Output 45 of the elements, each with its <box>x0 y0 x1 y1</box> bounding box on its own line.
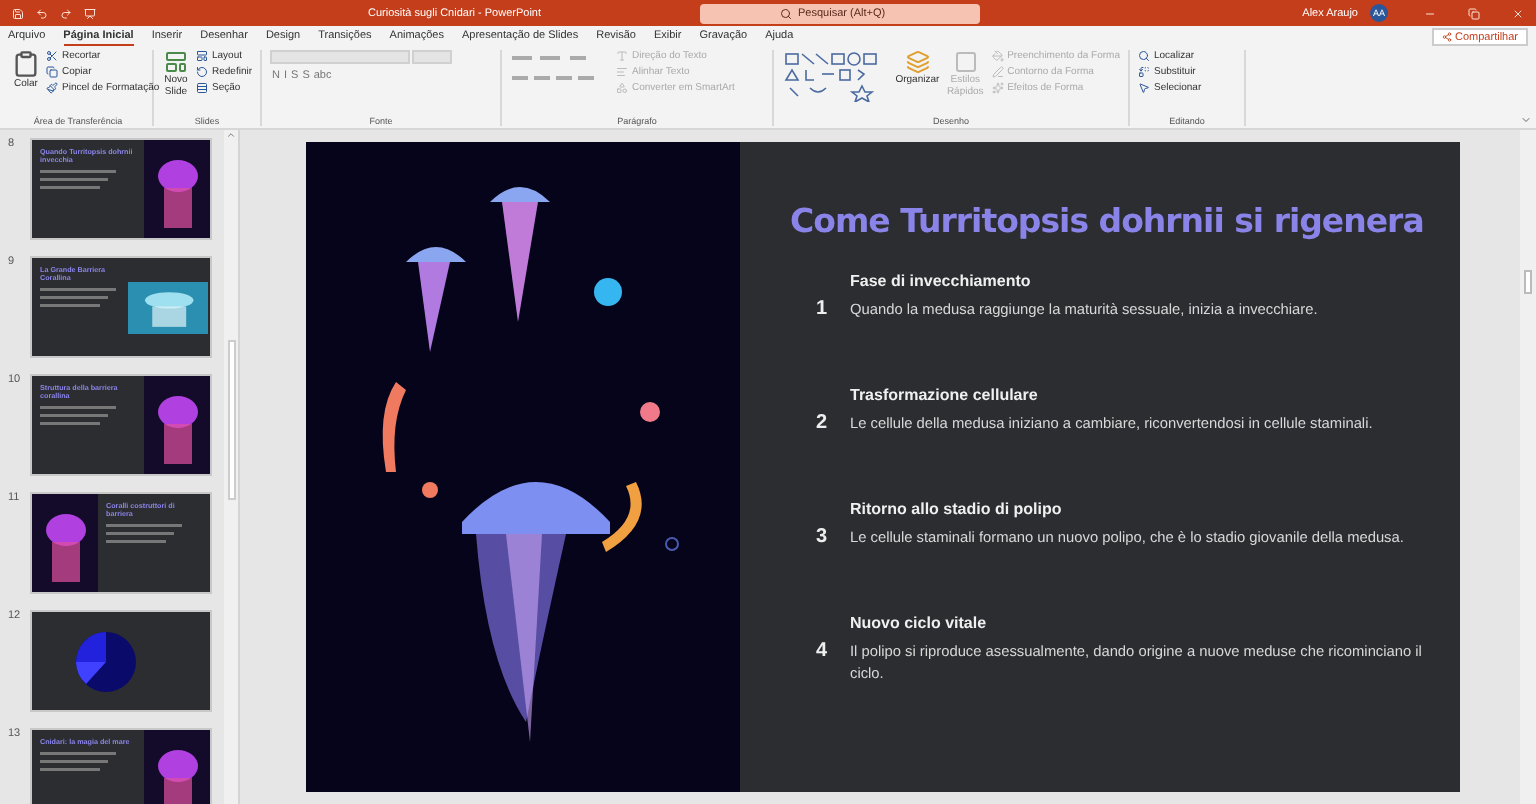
paint-bucket-icon <box>991 50 1004 62</box>
search-icon <box>1138 50 1150 62</box>
step-number: 3 <box>816 526 830 548</box>
scissors-icon <box>46 50 58 62</box>
redo-icon[interactable] <box>60 7 72 19</box>
share-icon <box>1441 32 1452 42</box>
pointer-icon <box>1138 82 1150 94</box>
replace-icon <box>1138 66 1150 78</box>
paintbrush-icon <box>46 82 58 94</box>
pie-chart-drawing <box>76 632 136 692</box>
pen-icon <box>991 66 1004 78</box>
minimize-icon[interactable] <box>1424 7 1436 19</box>
slide-thumbnail[interactable] <box>30 610 212 712</box>
step-heading: Nuovo ciclo vitale <box>850 614 989 632</box>
step-heading: Ritorno allo stadio di polipo <box>850 500 1064 518</box>
font-size-field[interactable] <box>412 50 452 64</box>
collapse-ribbon-icon[interactable] <box>1520 114 1532 126</box>
scroll-up-icon[interactable] <box>226 130 236 140</box>
reset-icon <box>195 66 208 78</box>
step-number: 4 <box>816 640 830 666</box>
scrollbar[interactable] <box>224 130 240 804</box>
save-icon[interactable] <box>12 7 24 19</box>
step-heading: Fase di invecchiamento <box>850 272 1033 290</box>
new-slide-icon <box>163 50 188 74</box>
font-name-field[interactable] <box>270 50 410 64</box>
sparkles-icon <box>991 82 1004 94</box>
step-number: 2 <box>816 412 830 434</box>
scrollbar[interactable] <box>1520 130 1536 804</box>
square-icon <box>953 50 978 74</box>
presentation-icon[interactable] <box>84 7 96 19</box>
copy-icon <box>46 66 58 78</box>
align-text-icon <box>616 66 628 78</box>
step-heading: Trasformazione cellulare <box>850 386 1040 404</box>
layout-icon <box>195 50 208 62</box>
text-direction-icon <box>616 50 628 62</box>
smartart-icon <box>616 82 628 94</box>
clipboard-icon <box>12 50 40 78</box>
section-icon <box>195 82 208 94</box>
search-icon <box>780 7 792 19</box>
close-icon[interactable] <box>1512 7 1524 19</box>
step-number: 1 <box>816 298 830 320</box>
slide-title: Come Turritopsis dohrnii si rigenera <box>790 202 1424 240</box>
undo-icon[interactable] <box>36 7 48 19</box>
layers-icon <box>905 50 930 74</box>
restore-icon[interactable] <box>1468 7 1480 19</box>
